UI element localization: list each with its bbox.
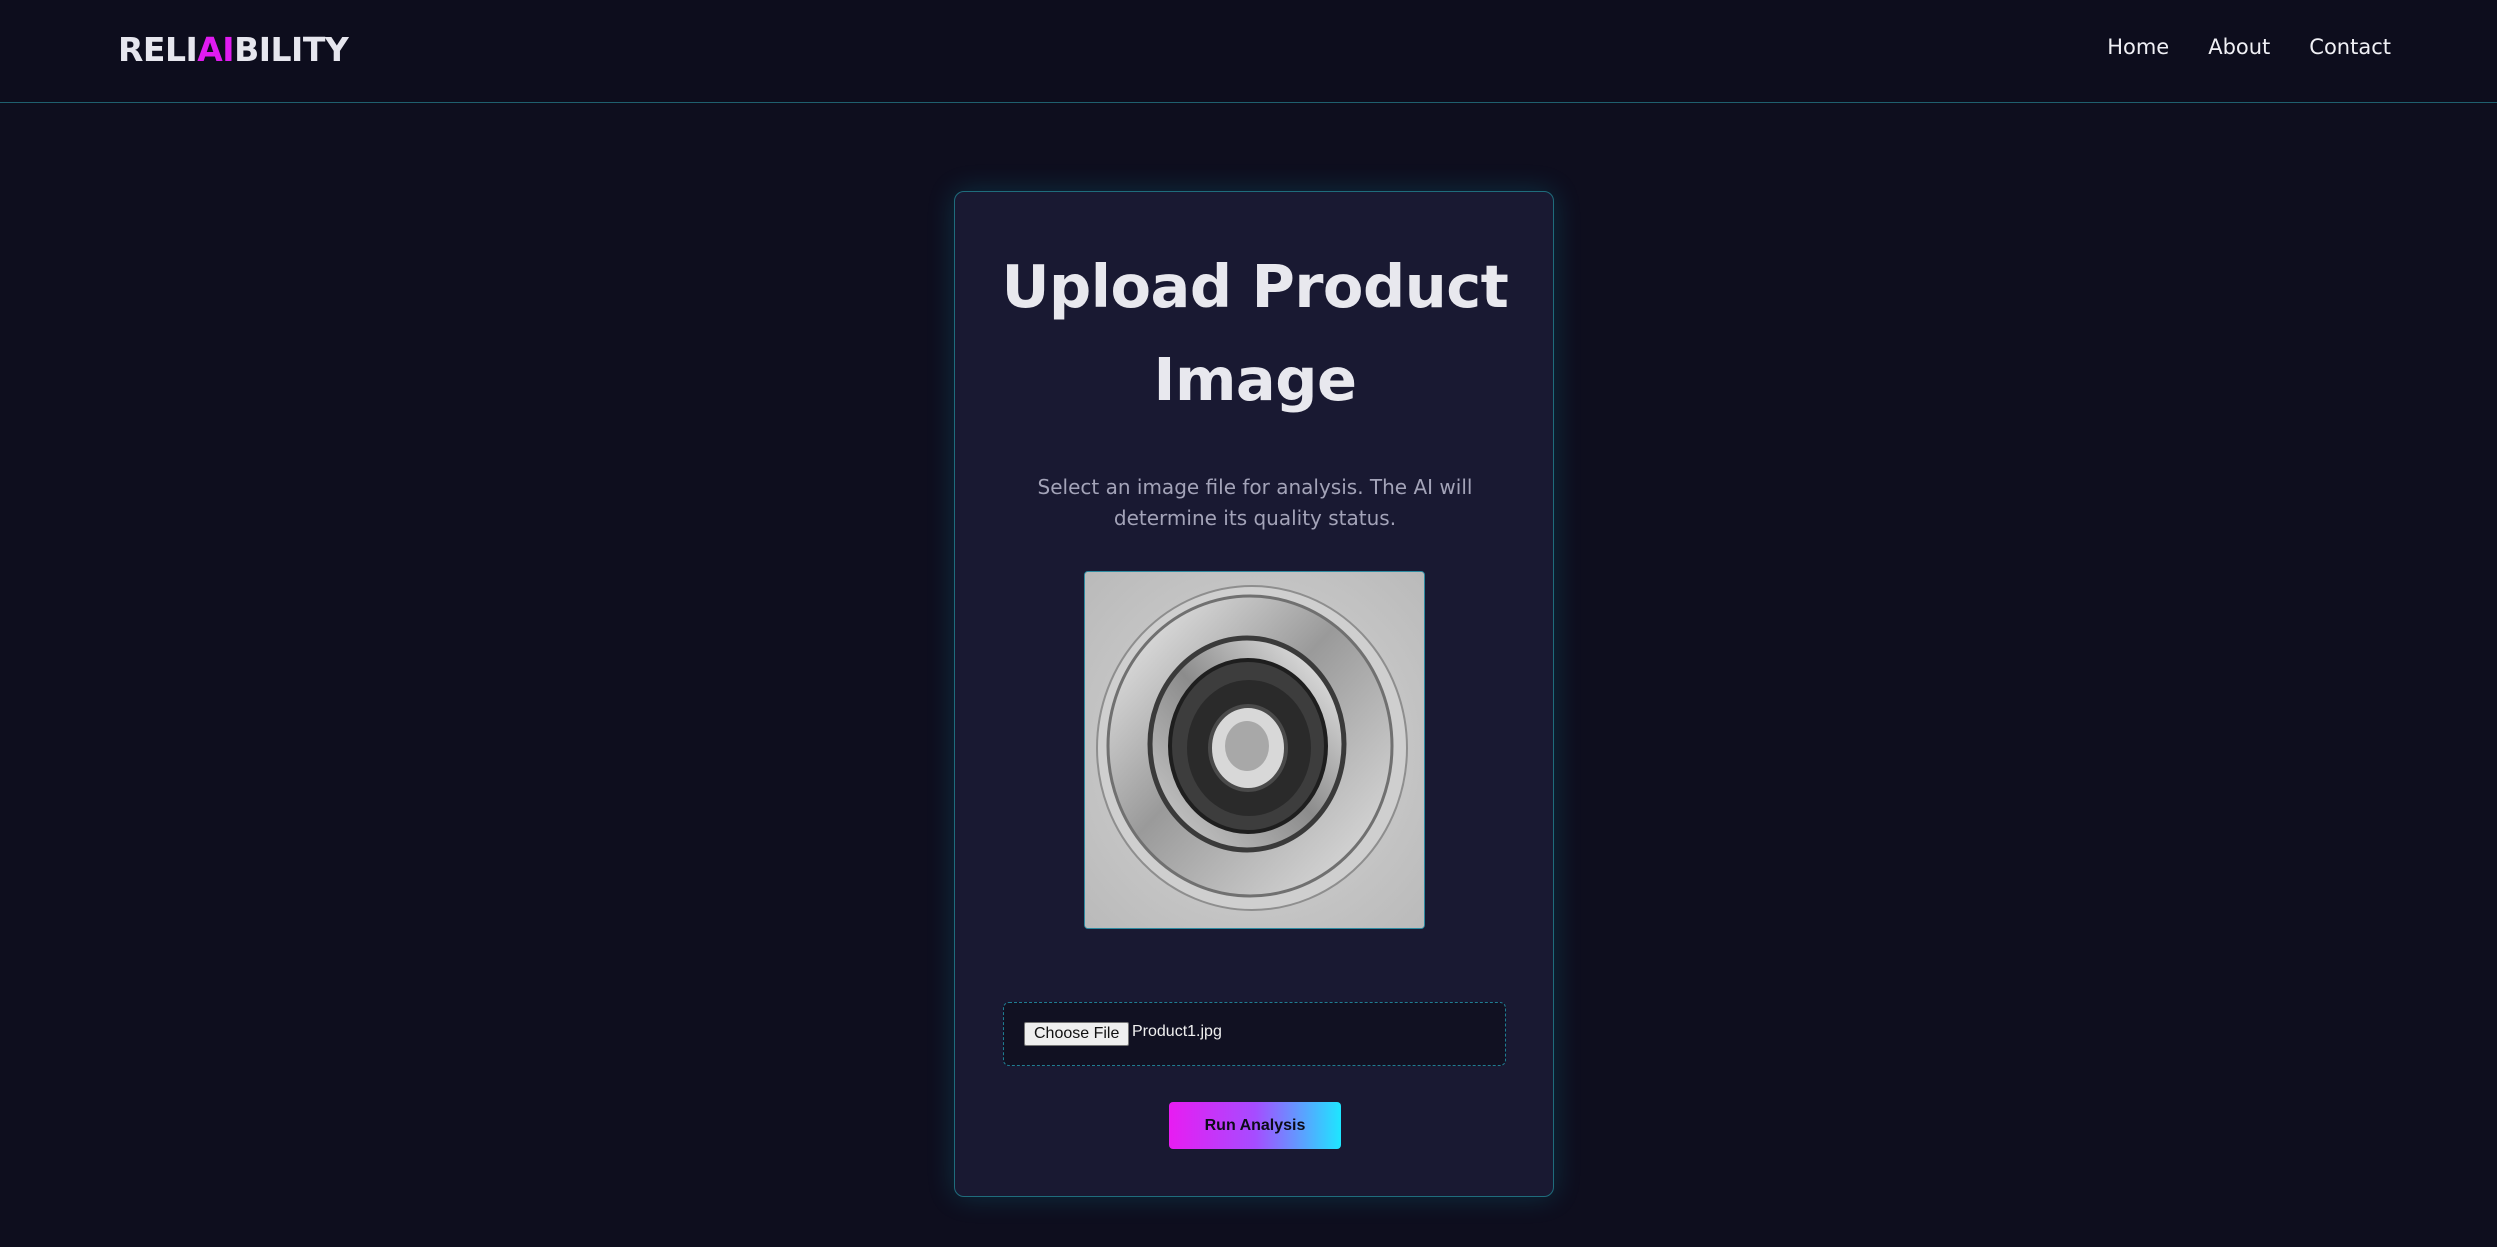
upload-card: Upload Product Image Select an image fil… [954,191,1554,1197]
logo[interactable]: RELIAIBILITY [118,30,349,69]
logo-text-bility: BILITY [234,30,349,69]
page-title: Upload Product Image [1001,252,1509,414]
product-image-preview [1084,571,1425,929]
product-photo [1085,572,1424,928]
nav-home-link[interactable]: Home [2107,35,2169,59]
main-nav: Home About Contact [2107,35,2391,59]
selected-file-name: Product1.jpg [1132,1023,1222,1040]
nav-contact-link[interactable]: Contact [2309,35,2391,59]
nav-about-link[interactable]: About [2208,35,2270,59]
logo-text-ai: AI [197,30,235,69]
logo-text-reli: RELI [118,30,198,69]
choose-file-button[interactable]: Choose File [1024,1022,1130,1046]
site-header: RELIAIBILITY Home About Contact [0,0,2497,103]
file-upload-zone[interactable]: Choose File Product1.jpg [1003,1002,1506,1066]
upload-instructions: Select an image file for analysis. The A… [1037,475,1473,530]
run-analysis-button[interactable]: Run Analysis [1169,1102,1341,1149]
